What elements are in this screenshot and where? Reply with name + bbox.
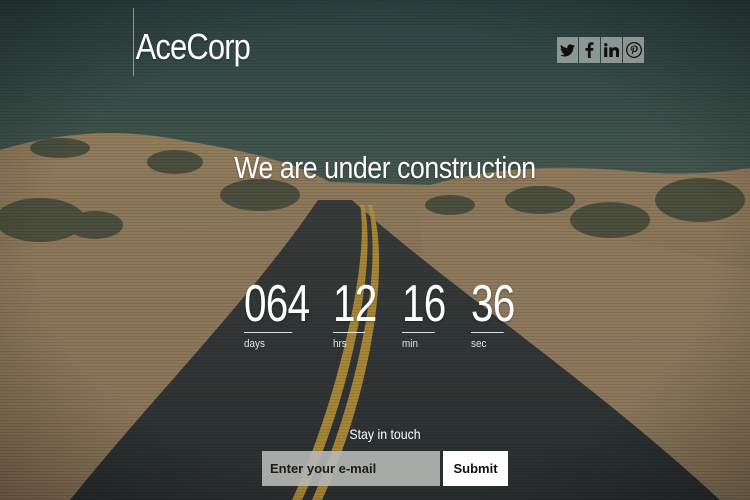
social-links — [557, 37, 644, 63]
countdown-hours: 12 hrs — [333, 275, 377, 350]
countdown-days-label: days — [244, 338, 265, 350]
submit-button[interactable]: Submit — [443, 451, 508, 486]
countdown-seconds-value: 36 — [471, 275, 515, 333]
background-image — [0, 0, 750, 500]
pinterest-icon[interactable] — [623, 37, 644, 63]
countdown-minutes-label: min — [402, 338, 418, 350]
countdown-minutes: 16 min — [402, 275, 446, 350]
page-headline: We are under construction — [234, 150, 536, 185]
countdown-days: 064 days — [244, 275, 310, 350]
countdown-hours-value: 12 — [333, 275, 377, 333]
twitter-icon[interactable] — [557, 37, 578, 63]
email-input[interactable] — [262, 451, 440, 486]
facebook-icon[interactable] — [579, 37, 600, 63]
stay-in-touch-heading: Stay in touch — [349, 426, 421, 442]
countdown-seconds-label: sec — [471, 338, 487, 350]
countdown-timer: 064 days 12 hrs 16 min 36 sec — [0, 276, 750, 366]
countdown-hours-label: hrs — [333, 338, 347, 350]
countdown-seconds: 36 sec — [471, 275, 515, 350]
subscribe-form: Submit — [262, 451, 508, 486]
logo[interactable]: AceCorp — [133, 8, 251, 76]
linkedin-icon[interactable] — [601, 37, 622, 63]
countdown-minutes-value: 16 — [402, 275, 446, 333]
countdown-days-value: 064 — [244, 275, 310, 333]
